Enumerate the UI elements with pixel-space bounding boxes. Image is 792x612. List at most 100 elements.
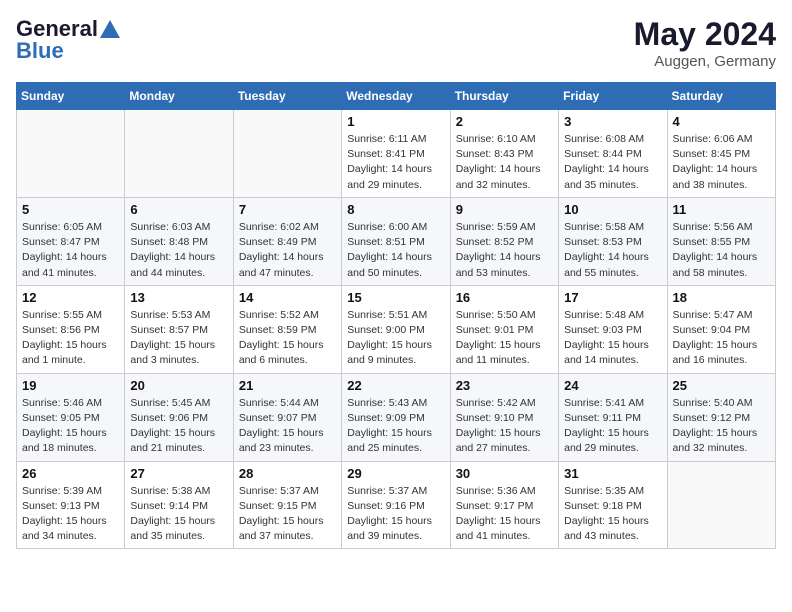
day-info: Sunrise: 5:52 AM Sunset: 8:59 PM Dayligh… bbox=[239, 308, 336, 369]
day-info: Sunrise: 6:10 AM Sunset: 8:43 PM Dayligh… bbox=[456, 132, 553, 193]
day-number: 3 bbox=[564, 114, 661, 129]
calendar-cell: 20 Sunrise: 5:45 AM Sunset: 9:06 PM Dayli… bbox=[125, 373, 233, 461]
calendar-cell: 14Sunrise: 5:52 AM Sunset: 8:59 PM Dayli… bbox=[233, 285, 341, 373]
day-number: 13 bbox=[130, 290, 227, 305]
day-number: 29 bbox=[347, 466, 444, 481]
day-info: Sunrise: 5:51 AM Sunset: 9:00 PM Dayligh… bbox=[347, 308, 444, 369]
calendar-cell: 27 Sunrise: 5:38 AM Sunset: 9:14 PM Dayli… bbox=[125, 461, 233, 549]
day-info: Sunrise: 5:44 AM Sunset: 9:07 PM Dayligh… bbox=[239, 396, 336, 457]
day-info: Sunrise: 6:06 AM Sunset: 8:45 PM Dayligh… bbox=[673, 132, 770, 193]
day-info: Sunrise: 6:11 AM Sunset: 8:41 PM Dayligh… bbox=[347, 132, 444, 193]
calendar-cell: 5 Sunrise: 6:05 AM Sunset: 8:47 PM Daylig… bbox=[17, 197, 125, 285]
day-number: 21 bbox=[239, 378, 336, 393]
day-info: Sunrise: 5:37 AM Sunset: 9:16 PM Dayligh… bbox=[347, 484, 444, 545]
day-info: Sunrise: 5:50 AM Sunset: 9:01 PM Dayligh… bbox=[456, 308, 553, 369]
day-number: 27 bbox=[130, 466, 227, 481]
day-info: Sunrise: 5:40 AM Sunset: 9:12 PM Dayligh… bbox=[673, 396, 770, 457]
calendar-cell: 25 Sunrise: 5:40 AM Sunset: 9:12 PM Dayli… bbox=[667, 373, 775, 461]
day-info: Sunrise: 5:43 AM Sunset: 9:09 PM Dayligh… bbox=[347, 396, 444, 457]
calendar-cell: 6Sunrise: 6:03 AM Sunset: 8:48 PM Daylig… bbox=[125, 197, 233, 285]
weekday-header-sunday: Sunday bbox=[17, 83, 125, 110]
calendar-cell: 26 Sunrise: 5:39 AM Sunset: 9:13 PM Dayli… bbox=[17, 461, 125, 549]
calendar-week-row: 5 Sunrise: 6:05 AM Sunset: 8:47 PM Daylig… bbox=[17, 197, 776, 285]
day-info: Sunrise: 5:58 AM Sunset: 8:53 PM Dayligh… bbox=[564, 220, 661, 281]
logo-icon bbox=[100, 20, 120, 38]
calendar-table: SundayMondayTuesdayWednesdayThursdayFrid… bbox=[16, 82, 776, 549]
weekday-header-friday: Friday bbox=[559, 83, 667, 110]
day-number: 4 bbox=[673, 114, 770, 129]
day-number: 15 bbox=[347, 290, 444, 305]
day-number: 12 bbox=[22, 290, 119, 305]
day-info: Sunrise: 5:39 AM Sunset: 9:13 PM Dayligh… bbox=[22, 484, 119, 545]
calendar-cell: 31Sunrise: 5:35 AM Sunset: 9:18 PM Dayli… bbox=[559, 461, 667, 549]
weekday-header-wednesday: Wednesday bbox=[342, 83, 450, 110]
day-number: 31 bbox=[564, 466, 661, 481]
day-number: 16 bbox=[456, 290, 553, 305]
calendar-cell: 2 Sunrise: 6:10 AM Sunset: 8:43 PM Daylig… bbox=[450, 110, 558, 198]
calendar-cell: 13 Sunrise: 5:53 AM Sunset: 8:57 PM Dayli… bbox=[125, 285, 233, 373]
day-number: 26 bbox=[22, 466, 119, 481]
day-number: 10 bbox=[564, 202, 661, 217]
day-number: 5 bbox=[22, 202, 119, 217]
day-info: Sunrise: 5:42 AM Sunset: 9:10 PM Dayligh… bbox=[456, 396, 553, 457]
title-block: May 2024 Auggen, Germany bbox=[634, 16, 776, 70]
day-info: Sunrise: 5:36 AM Sunset: 9:17 PM Dayligh… bbox=[456, 484, 553, 545]
day-info: Sunrise: 5:46 AM Sunset: 9:05 PM Dayligh… bbox=[22, 396, 119, 457]
weekday-header-tuesday: Tuesday bbox=[233, 83, 341, 110]
day-number: 20 bbox=[130, 378, 227, 393]
day-info: Sunrise: 5:47 AM Sunset: 9:04 PM Dayligh… bbox=[673, 308, 770, 369]
calendar-cell: 16 Sunrise: 5:50 AM Sunset: 9:01 PM Dayli… bbox=[450, 285, 558, 373]
calendar-cell: 17Sunrise: 5:48 AM Sunset: 9:03 PM Dayli… bbox=[559, 285, 667, 373]
day-number: 19 bbox=[22, 378, 119, 393]
day-info: Sunrise: 5:37 AM Sunset: 9:15 PM Dayligh… bbox=[239, 484, 336, 545]
day-info: Sunrise: 5:41 AM Sunset: 9:11 PM Dayligh… bbox=[564, 396, 661, 457]
day-number: 24 bbox=[564, 378, 661, 393]
weekday-header-monday: Monday bbox=[125, 83, 233, 110]
calendar-cell: 19 Sunrise: 5:46 AM Sunset: 9:05 PM Dayli… bbox=[17, 373, 125, 461]
calendar-cell: 18 Sunrise: 5:47 AM Sunset: 9:04 PM Dayli… bbox=[667, 285, 775, 373]
day-number: 1 bbox=[347, 114, 444, 129]
weekday-header-row: SundayMondayTuesdayWednesdayThursdayFrid… bbox=[17, 83, 776, 110]
day-info: Sunrise: 5:45 AM Sunset: 9:06 PM Dayligh… bbox=[130, 396, 227, 457]
calendar-cell: 3Sunrise: 6:08 AM Sunset: 8:44 PM Daylig… bbox=[559, 110, 667, 198]
day-number: 8 bbox=[347, 202, 444, 217]
day-info: Sunrise: 6:00 AM Sunset: 8:51 PM Dayligh… bbox=[347, 220, 444, 281]
day-number: 22 bbox=[347, 378, 444, 393]
logo-blue: Blue bbox=[16, 38, 64, 64]
day-info: Sunrise: 5:48 AM Sunset: 9:03 PM Dayligh… bbox=[564, 308, 661, 369]
day-number: 30 bbox=[456, 466, 553, 481]
calendar-cell: 30 Sunrise: 5:36 AM Sunset: 9:17 PM Dayli… bbox=[450, 461, 558, 549]
weekday-header-thursday: Thursday bbox=[450, 83, 558, 110]
calendar-cell: 9Sunrise: 5:59 AM Sunset: 8:52 PM Daylig… bbox=[450, 197, 558, 285]
day-number: 18 bbox=[673, 290, 770, 305]
calendar-cell: 8 Sunrise: 6:00 AM Sunset: 8:51 PM Daylig… bbox=[342, 197, 450, 285]
day-info: Sunrise: 6:02 AM Sunset: 8:49 PM Dayligh… bbox=[239, 220, 336, 281]
calendar-cell: 4 Sunrise: 6:06 AM Sunset: 8:45 PM Daylig… bbox=[667, 110, 775, 198]
calendar-cell: 10 Sunrise: 5:58 AM Sunset: 8:53 PM Dayli… bbox=[559, 197, 667, 285]
day-number: 2 bbox=[456, 114, 553, 129]
calendar-cell: 22 Sunrise: 5:43 AM Sunset: 9:09 PM Dayli… bbox=[342, 373, 450, 461]
day-number: 28 bbox=[239, 466, 336, 481]
calendar-week-row: 1 Sunrise: 6:11 AM Sunset: 8:41 PM Daylig… bbox=[17, 110, 776, 198]
day-number: 9 bbox=[456, 202, 553, 217]
calendar-cell: 23Sunrise: 5:42 AM Sunset: 9:10 PM Dayli… bbox=[450, 373, 558, 461]
day-info: Sunrise: 6:03 AM Sunset: 8:48 PM Dayligh… bbox=[130, 220, 227, 281]
weekday-header-saturday: Saturday bbox=[667, 83, 775, 110]
day-info: Sunrise: 6:05 AM Sunset: 8:47 PM Dayligh… bbox=[22, 220, 119, 281]
day-info: Sunrise: 5:38 AM Sunset: 9:14 PM Dayligh… bbox=[130, 484, 227, 545]
page-header: General Blue May 2024 Auggen, Germany bbox=[16, 16, 776, 70]
calendar-cell bbox=[233, 110, 341, 198]
day-number: 7 bbox=[239, 202, 336, 217]
month-year-title: May 2024 bbox=[634, 16, 776, 53]
calendar-cell: 24 Sunrise: 5:41 AM Sunset: 9:11 PM Dayli… bbox=[559, 373, 667, 461]
day-info: Sunrise: 5:55 AM Sunset: 8:56 PM Dayligh… bbox=[22, 308, 119, 369]
calendar-cell bbox=[667, 461, 775, 549]
location-label: Auggen, Germany bbox=[634, 53, 776, 70]
logo: General Blue bbox=[16, 16, 120, 64]
calendar-cell: 28 Sunrise: 5:37 AM Sunset: 9:15 PM Dayli… bbox=[233, 461, 341, 549]
calendar-cell: 7 Sunrise: 6:02 AM Sunset: 8:49 PM Daylig… bbox=[233, 197, 341, 285]
day-info: Sunrise: 5:56 AM Sunset: 8:55 PM Dayligh… bbox=[673, 220, 770, 281]
day-info: Sunrise: 5:53 AM Sunset: 8:57 PM Dayligh… bbox=[130, 308, 227, 369]
calendar-cell bbox=[125, 110, 233, 198]
day-number: 25 bbox=[673, 378, 770, 393]
